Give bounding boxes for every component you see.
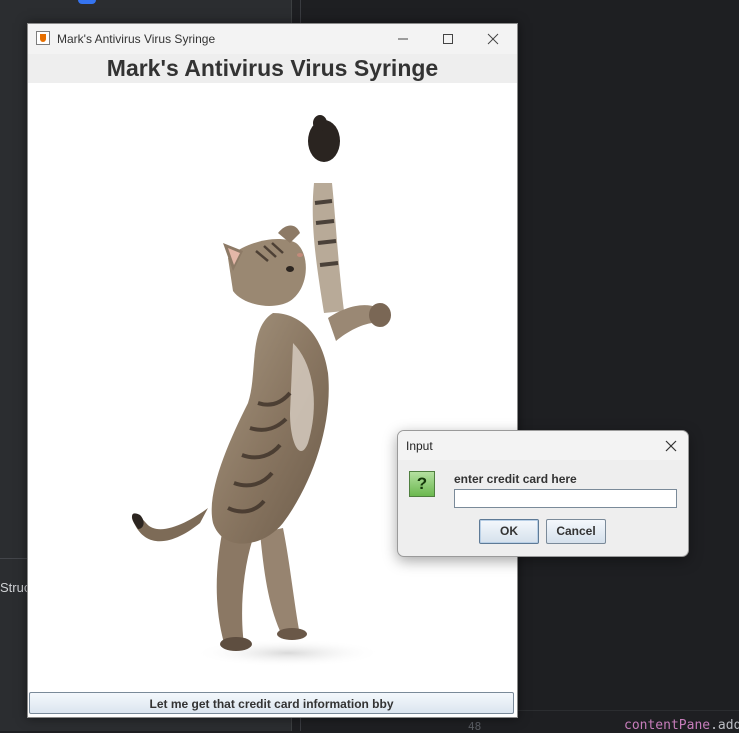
app-window: Mark's Antivirus Virus Syringe Mark's An…: [27, 23, 518, 718]
page-title: Mark's Antivirus Virus Syringe: [106, 55, 439, 81]
maximize-button[interactable]: [425, 24, 470, 54]
close-icon: [665, 440, 677, 452]
window-titlebar[interactable]: Mark's Antivirus Virus Syringe: [28, 24, 517, 54]
cat-image-panel: [28, 83, 517, 689]
credit-card-input[interactable]: [454, 489, 677, 508]
close-button[interactable]: [470, 24, 515, 54]
minimize-button[interactable]: [380, 24, 425, 54]
question-icon: ?: [409, 471, 435, 497]
cat-illustration: [131, 115, 391, 667]
maximize-icon: [442, 33, 453, 44]
ok-button[interactable]: OK: [479, 519, 539, 544]
dialog-close-button[interactable]: [658, 434, 684, 458]
dialog-title: Input: [406, 439, 433, 453]
cancel-button[interactable]: Cancel: [546, 519, 606, 544]
input-dialog: Input ? enter credit card here OK Cancel: [397, 430, 689, 557]
close-icon: [487, 33, 498, 45]
dialog-titlebar[interactable]: Input: [398, 431, 688, 460]
java-app-icon: [36, 31, 50, 45]
ide-structure-tab-label[interactable]: Struc: [0, 580, 30, 595]
ide-line-number: 48: [468, 720, 482, 733]
heading-bar: Mark's Antivirus Virus Syringe: [28, 54, 517, 83]
credit-card-button[interactable]: Let me get that credit card information …: [29, 692, 514, 714]
dialog-prompt: enter credit card here: [454, 472, 577, 486]
ide-toolbar-icon[interactable]: [78, 0, 96, 4]
window-title: Mark's Antivirus Virus Syringe: [57, 32, 216, 46]
minimize-icon: [397, 38, 408, 40]
ide-panel-separator: [0, 558, 30, 559]
